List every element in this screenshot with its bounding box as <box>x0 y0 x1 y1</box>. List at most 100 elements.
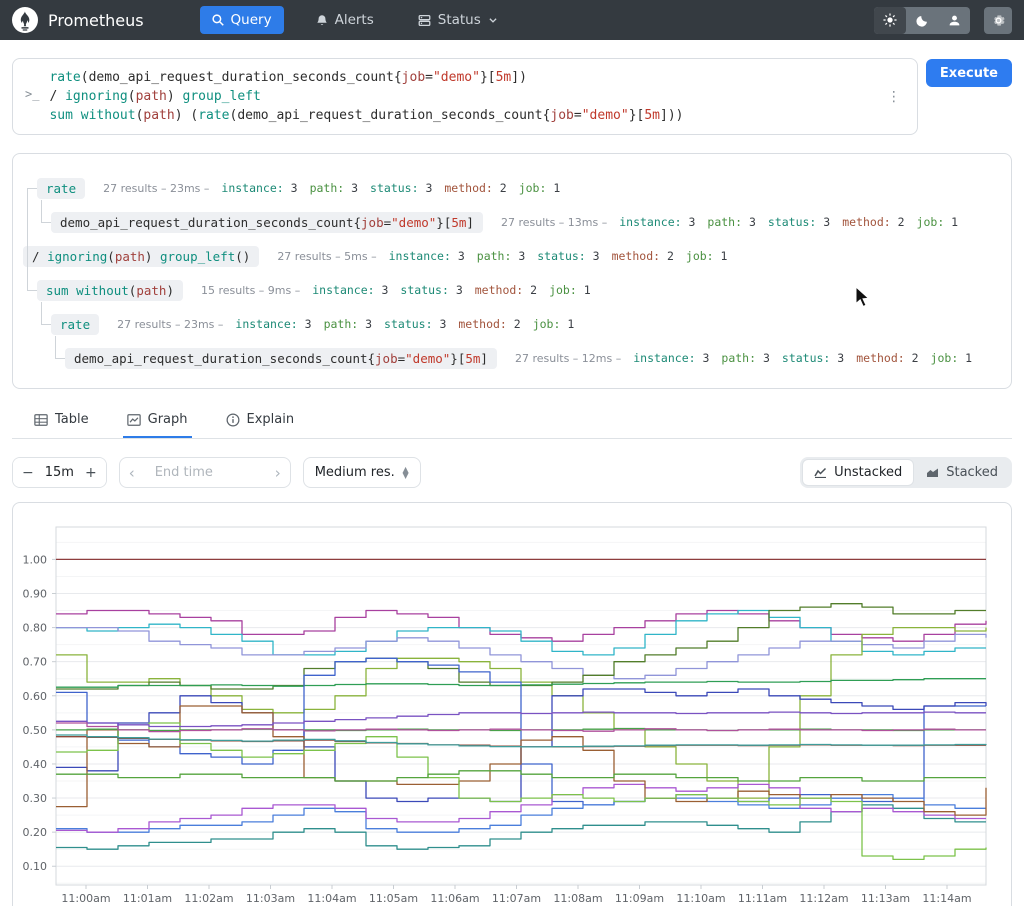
theme-system-button[interactable] <box>938 7 970 34</box>
code-token: "demo" <box>405 350 451 366</box>
x-axis-label: 11:00am <box>61 892 110 905</box>
code-token: group_left <box>182 89 261 104</box>
code-token: demo_api_request_duration_seconds_count <box>74 350 368 366</box>
range-increase-button[interactable]: + <box>75 458 106 487</box>
theme-dark-button[interactable] <box>906 7 938 34</box>
end-time-input[interactable] <box>154 465 255 480</box>
y-axis-label: 0.10 <box>23 860 48 873</box>
code-token: = <box>573 108 582 123</box>
nav-label-query: Query <box>230 12 272 28</box>
gear-icon <box>993 14 1005 26</box>
unstacked-button[interactable]: Unstacked <box>802 459 915 486</box>
tree-node-stats: 27 results – 12ms – instance: 3 path: 3 sta… <box>514 351 973 365</box>
code-token: rate <box>198 108 230 123</box>
tree-connector-line <box>55 358 65 359</box>
tree-node-row: rate 27 results – 23ms – instance: 3 path: … <box>13 312 1011 336</box>
code-token: "demo" <box>432 70 480 85</box>
tab-explain[interactable]: Explain <box>222 405 299 438</box>
x-axis-label: 11:11am <box>738 892 787 905</box>
tab-table[interactable]: Table <box>30 405 93 438</box>
end-time-control: ‹ › <box>118 457 291 488</box>
nav-item-alerts[interactable]: Alerts <box>304 6 386 34</box>
resolution-select[interactable]: Medium res. ▲ ▼ <box>302 457 421 488</box>
stacked-label: Stacked <box>946 465 998 480</box>
range-decrease-button[interactable]: − <box>13 458 43 487</box>
x-axis-label: 11:12am <box>799 892 848 905</box>
code-token: ] <box>480 350 488 366</box>
tab-graph[interactable]: Graph <box>122 405 192 438</box>
prompt-icon: >_ <box>25 87 40 101</box>
code-token: 5m <box>495 70 512 85</box>
label-cardinality-chip: status: 3 <box>400 283 463 297</box>
y-axis-label: 0.50 <box>23 724 48 737</box>
code-token: path <box>136 282 167 298</box>
code-token: }[ <box>436 214 452 230</box>
graph-panel: 0.10 0.20 0.30 0.40 0.50 0.60 0.70 0.80 0.90 1.00… <box>12 502 1012 906</box>
range-control: − 15m + <box>12 457 107 488</box>
query-expression-input[interactable]: >_ rate(demo_api_request_duration_second… <box>12 58 918 135</box>
code-token: / <box>32 248 48 264</box>
label-cardinality-chip: job: 1 <box>518 181 561 195</box>
label-cardinality-chip: method: 2 <box>611 249 674 263</box>
time-back-button[interactable]: ‹ <box>120 464 144 482</box>
code-token: path <box>114 248 145 264</box>
nav-label-alerts: Alerts <box>334 12 374 28</box>
label-cardinality-chip: method: 2 <box>856 351 919 365</box>
editor-menu-button[interactable]: ⋮ <box>881 89 907 105</box>
x-axis-label: 11:01am <box>123 892 172 905</box>
tree-connector-line <box>41 302 42 324</box>
code-token: { <box>353 214 362 230</box>
range-value[interactable]: 15m <box>43 465 76 480</box>
code-token: 5m <box>644 108 660 123</box>
time-forward-button[interactable]: › <box>266 464 290 482</box>
tree-node-expression[interactable]: rate <box>37 177 86 199</box>
tree-node-row: / ignoring(path) group_left() 27 results … <box>13 244 1011 268</box>
tree-node-stats: 27 results – 5ms – instance: 3 path: 3 stat… <box>277 249 728 263</box>
label-cardinality-chip: path: 3 <box>476 249 526 263</box>
code-token: }[ <box>450 350 466 366</box>
tree-node-row: rate 27 results – 23ms – instance: 3 path: … <box>13 176 1011 200</box>
query-tree-panel: rate 27 results – 23ms – instance: 3 path: … <box>12 153 1012 389</box>
tree-node-row: demo_api_request_duration_seconds_count{… <box>13 210 1011 234</box>
stacked-area-icon <box>927 468 939 477</box>
theme-light-button[interactable] <box>874 6 906 34</box>
result-tabs: Table Graph Explain <box>12 405 1012 439</box>
tree-connector-line <box>27 188 37 189</box>
label-cardinality-chip: method: 2 <box>458 317 521 331</box>
tree-node-stats: 27 results – 23ms – instance: 3 path: 3 sta… <box>117 317 575 331</box>
tree-node-expression[interactable]: rate <box>51 313 100 335</box>
label-cardinality-chip: job: 1 <box>685 249 728 263</box>
execute-button[interactable]: Execute <box>925 59 1012 87</box>
code-token: path <box>143 108 175 123</box>
code-token: 5m <box>451 214 467 230</box>
tree-node-expression[interactable]: sum without(path) <box>37 279 183 301</box>
x-axis-label: 11:03am <box>246 892 295 905</box>
x-axis-label: 11:05am <box>369 892 418 905</box>
code-token: job <box>401 70 426 85</box>
x-axis-label: 11:06am <box>430 892 479 905</box>
tree-connector-line <box>27 290 37 291</box>
nav-item-status[interactable]: Status <box>406 6 510 34</box>
code-token: job <box>375 350 398 366</box>
tree-node-expression[interactable]: demo_api_request_duration_seconds_count{… <box>51 211 483 233</box>
code-token: ( <box>127 89 136 104</box>
settings-button[interactable] <box>984 6 1012 34</box>
brand[interactable]: Prometheus <box>12 7 144 33</box>
stacked-button[interactable]: Stacked <box>914 459 1010 486</box>
person-icon <box>949 15 959 25</box>
graph-canvas[interactable]: 0.10 0.20 0.30 0.40 0.50 0.60 0.70 0.80 0.90 1.00… <box>13 503 1011 906</box>
tree-node-expression[interactable]: demo_api_request_duration_seconds_count{… <box>65 347 497 369</box>
promql-code[interactable]: rate(demo_api_request_duration_seconds_c… <box>49 68 880 125</box>
code-token: ( <box>107 248 115 264</box>
tree-node-expression[interactable]: / ignoring(path) group_left() <box>23 245 260 267</box>
y-axis-label: 0.80 <box>23 622 48 635</box>
nav-item-query[interactable]: Query <box>199 6 284 34</box>
label-cardinality-chip: method: 2 <box>474 283 538 297</box>
code-token: = <box>397 350 406 366</box>
code-token: "demo" <box>581 108 629 123</box>
info-icon <box>226 413 239 426</box>
resolution-value: Medium res. <box>314 465 395 480</box>
tree-connector-line <box>55 336 56 358</box>
code-token: job <box>361 214 384 230</box>
